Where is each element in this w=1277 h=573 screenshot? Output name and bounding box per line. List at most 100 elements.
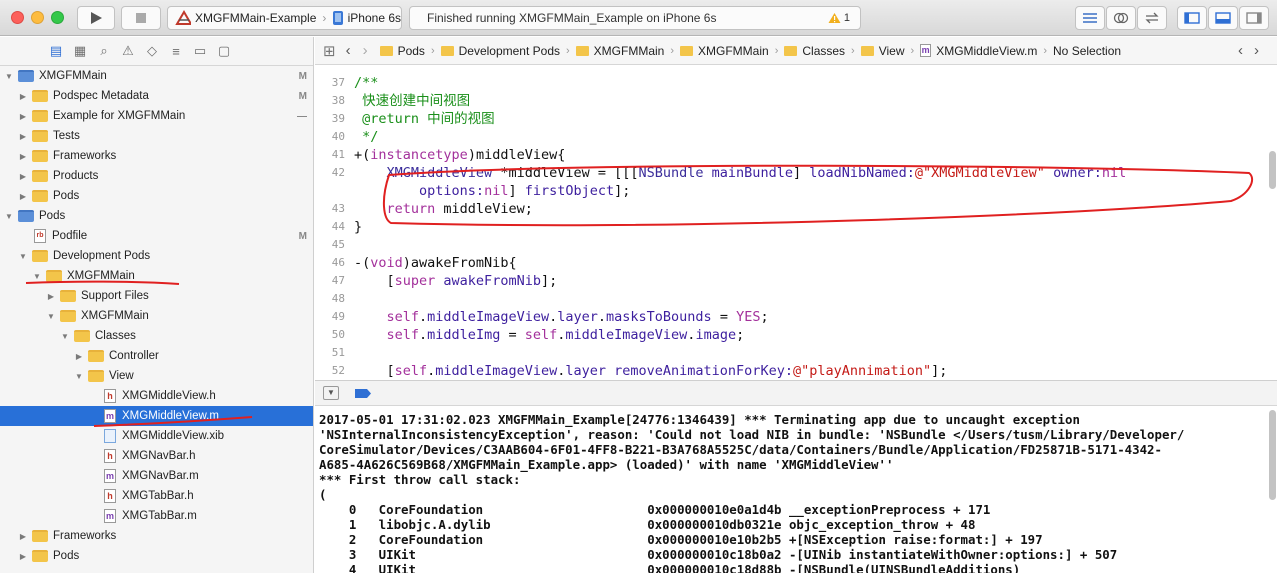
selection-label[interactable]: No Selection [1053, 44, 1121, 58]
tree-row[interactable]: h XMGMiddleView.h [0, 386, 313, 406]
tree-row[interactable]: ▼ Pods [0, 206, 313, 226]
tree-row[interactable]: ▶ Frameworks [0, 526, 313, 546]
disclosure-closed-icon[interactable]: ▶ [18, 132, 28, 141]
symbol-nav-icon[interactable]: ▦ [68, 43, 92, 59]
tree-row[interactable]: ▶ Support Files [0, 286, 313, 306]
tree-row[interactable]: ▼ XMGFMMain [0, 266, 313, 286]
zoom-window-button[interactable] [51, 11, 64, 24]
disclosure-open-icon[interactable]: ▼ [18, 252, 28, 261]
breadcrumb-item[interactable]: Pods [379, 44, 425, 58]
tree-row[interactable]: ▼ Classes [0, 326, 313, 346]
standard-editor-button[interactable] [1075, 6, 1105, 30]
toggle-utilities-button[interactable] [1239, 6, 1269, 30]
code-token: } [354, 219, 363, 235]
disclosure-closed-icon[interactable]: ▶ [18, 172, 28, 181]
disclosure-closed-icon[interactable]: ▶ [74, 352, 84, 361]
line-number: 52 [331, 364, 345, 377]
tree-row-label: Podspec Metadata [53, 90, 149, 102]
test-nav-icon[interactable]: ◇ [140, 43, 164, 59]
hide-debug-area-icon[interactable]: ▼ [323, 386, 339, 400]
folder-nav-icon[interactable]: ▤ [44, 43, 68, 59]
tree-row-label: Example for XMGFMMain [53, 110, 186, 122]
report-nav-icon[interactable]: ▢ [212, 43, 236, 59]
disclosure-open-icon[interactable]: ▼ [46, 312, 56, 321]
debug-nav-icon[interactable]: ≡ [164, 44, 188, 59]
breadcrumb-item[interactable]: XMGFMMain [575, 44, 664, 58]
tree-row[interactable]: h XMGTabBar.h [0, 486, 313, 506]
tree-row[interactable]: h XMGNavBar.h [0, 446, 313, 466]
code-token: void [370, 255, 403, 271]
tree-row[interactable]: ▶ Podspec Metadata M [0, 86, 313, 106]
disclosure-closed-icon[interactable]: ▶ [18, 552, 28, 561]
warning-indicator[interactable]: 1 [828, 12, 850, 24]
tree-row[interactable]: ▶ Tests [0, 126, 313, 146]
disclosure-open-icon[interactable]: ▼ [4, 72, 14, 81]
disclosure-open-icon[interactable]: ▼ [32, 272, 42, 281]
breadcrumb-item[interactable]: Development Pods [440, 44, 560, 58]
tree-row[interactable]: m XMGMiddleView.m [0, 406, 313, 426]
disclosure-closed-icon[interactable]: ▶ [18, 192, 28, 201]
breadcrumb-item[interactable]: XMGFMMain [680, 44, 769, 58]
tree-row[interactable]: ▶ Products [0, 166, 313, 186]
scheme-separator: › [322, 11, 327, 25]
disclosure-closed-icon[interactable]: ▶ [18, 152, 28, 161]
tree-row-label: Pods [53, 550, 80, 562]
minimize-window-button[interactable] [31, 11, 44, 24]
breakpoint-nav-icon[interactable]: ▭ [188, 43, 212, 59]
tree-row[interactable]: ▼ Development Pods [0, 246, 313, 266]
related-items-icon[interactable]: ⊞ [323, 42, 336, 60]
editor-scrollbar[interactable] [1269, 151, 1276, 189]
prev-issue-icon[interactable]: ‹ [1238, 42, 1243, 59]
disclosure-closed-icon[interactable]: ▶ [18, 92, 28, 101]
version-editor-button[interactable] [1137, 6, 1167, 30]
breakpoints-toggle-icon[interactable] [355, 389, 371, 398]
tree-row[interactable]: ▶ Frameworks [0, 146, 313, 166]
tree-row-label: XMGTabBar.h [122, 490, 194, 502]
folder-icon [860, 45, 874, 56]
tree-row[interactable]: ▶ Pods [0, 186, 313, 206]
breadcrumb-file-label: XMGMiddleView.m [936, 43, 1038, 58]
tree-row[interactable]: m XMGNavBar.m [0, 466, 313, 486]
toggle-debug-area-button[interactable] [1208, 6, 1238, 30]
run-button[interactable] [77, 6, 115, 30]
tree-row[interactable]: rb Podfile M [0, 226, 313, 246]
device-name: iPhone 6s [347, 11, 401, 25]
code-line: /** [354, 74, 378, 92]
disclosure-open-icon[interactable]: ▼ [60, 332, 70, 341]
tree-row[interactable]: XMGMiddleView.xib [0, 426, 313, 446]
tree-row[interactable]: ▼ XMGFMMain M [0, 66, 313, 86]
breadcrumb-item[interactable]: View [860, 44, 905, 58]
stop-button[interactable] [121, 6, 161, 30]
search-nav-icon[interactable]: ⌕ [92, 43, 116, 59]
issue-nav-icon[interactable]: ⚠ [116, 43, 140, 59]
console-output[interactable]: 2017-05-01 17:31:02.023 XMGFMMain_Exampl… [315, 406, 1277, 573]
forward-arrow-icon[interactable]: › [363, 42, 368, 59]
bottom-panel-icon [1215, 12, 1231, 24]
disclosure-closed-icon[interactable]: ▶ [18, 112, 28, 121]
tree-row[interactable]: ▶ Pods [0, 546, 313, 566]
source-editor[interactable]: 37 38 39 40 41 42 43 44 45 46 47 48 49 50 51 52 /** 快速创… [315, 66, 1277, 380]
tree-row[interactable]: ▼ XMGFMMain [0, 306, 313, 326]
disclosure-closed-icon[interactable]: ▶ [46, 292, 56, 301]
assistant-editor-button[interactable] [1106, 6, 1136, 30]
back-arrow-icon[interactable]: ‹ [346, 42, 351, 59]
disclosure-open-icon[interactable]: ▼ [74, 372, 84, 381]
close-window-button[interactable] [11, 11, 24, 24]
breadcrumb-item[interactable]: Classes [784, 44, 845, 58]
tree-row[interactable]: ▼ View [0, 366, 313, 386]
console-scrollbar[interactable] [1269, 410, 1276, 500]
line-number: 46 [331, 256, 345, 269]
next-issue-icon[interactable]: › [1254, 42, 1259, 59]
scheme-selector[interactable]: XMGFMMain-Example › iPhone 6s [167, 6, 402, 30]
tree-row[interactable]: ▶ Controller [0, 346, 313, 366]
tree-row[interactable]: m XMGTabBar.m [0, 506, 313, 526]
disclosure-closed-icon[interactable]: ▶ [18, 532, 28, 541]
tree-row[interactable]: ▶ Example for XMGFMMain — [0, 106, 313, 126]
code-token: . [419, 327, 428, 343]
disclosure-open-icon[interactable]: ▼ [4, 212, 14, 221]
breadcrumb-file[interactable]: m XMGMiddleView.m [920, 44, 1037, 58]
venn-icon [1113, 12, 1129, 24]
scm-status-badge: M [298, 70, 307, 82]
toggle-navigator-button[interactable] [1177, 6, 1207, 30]
